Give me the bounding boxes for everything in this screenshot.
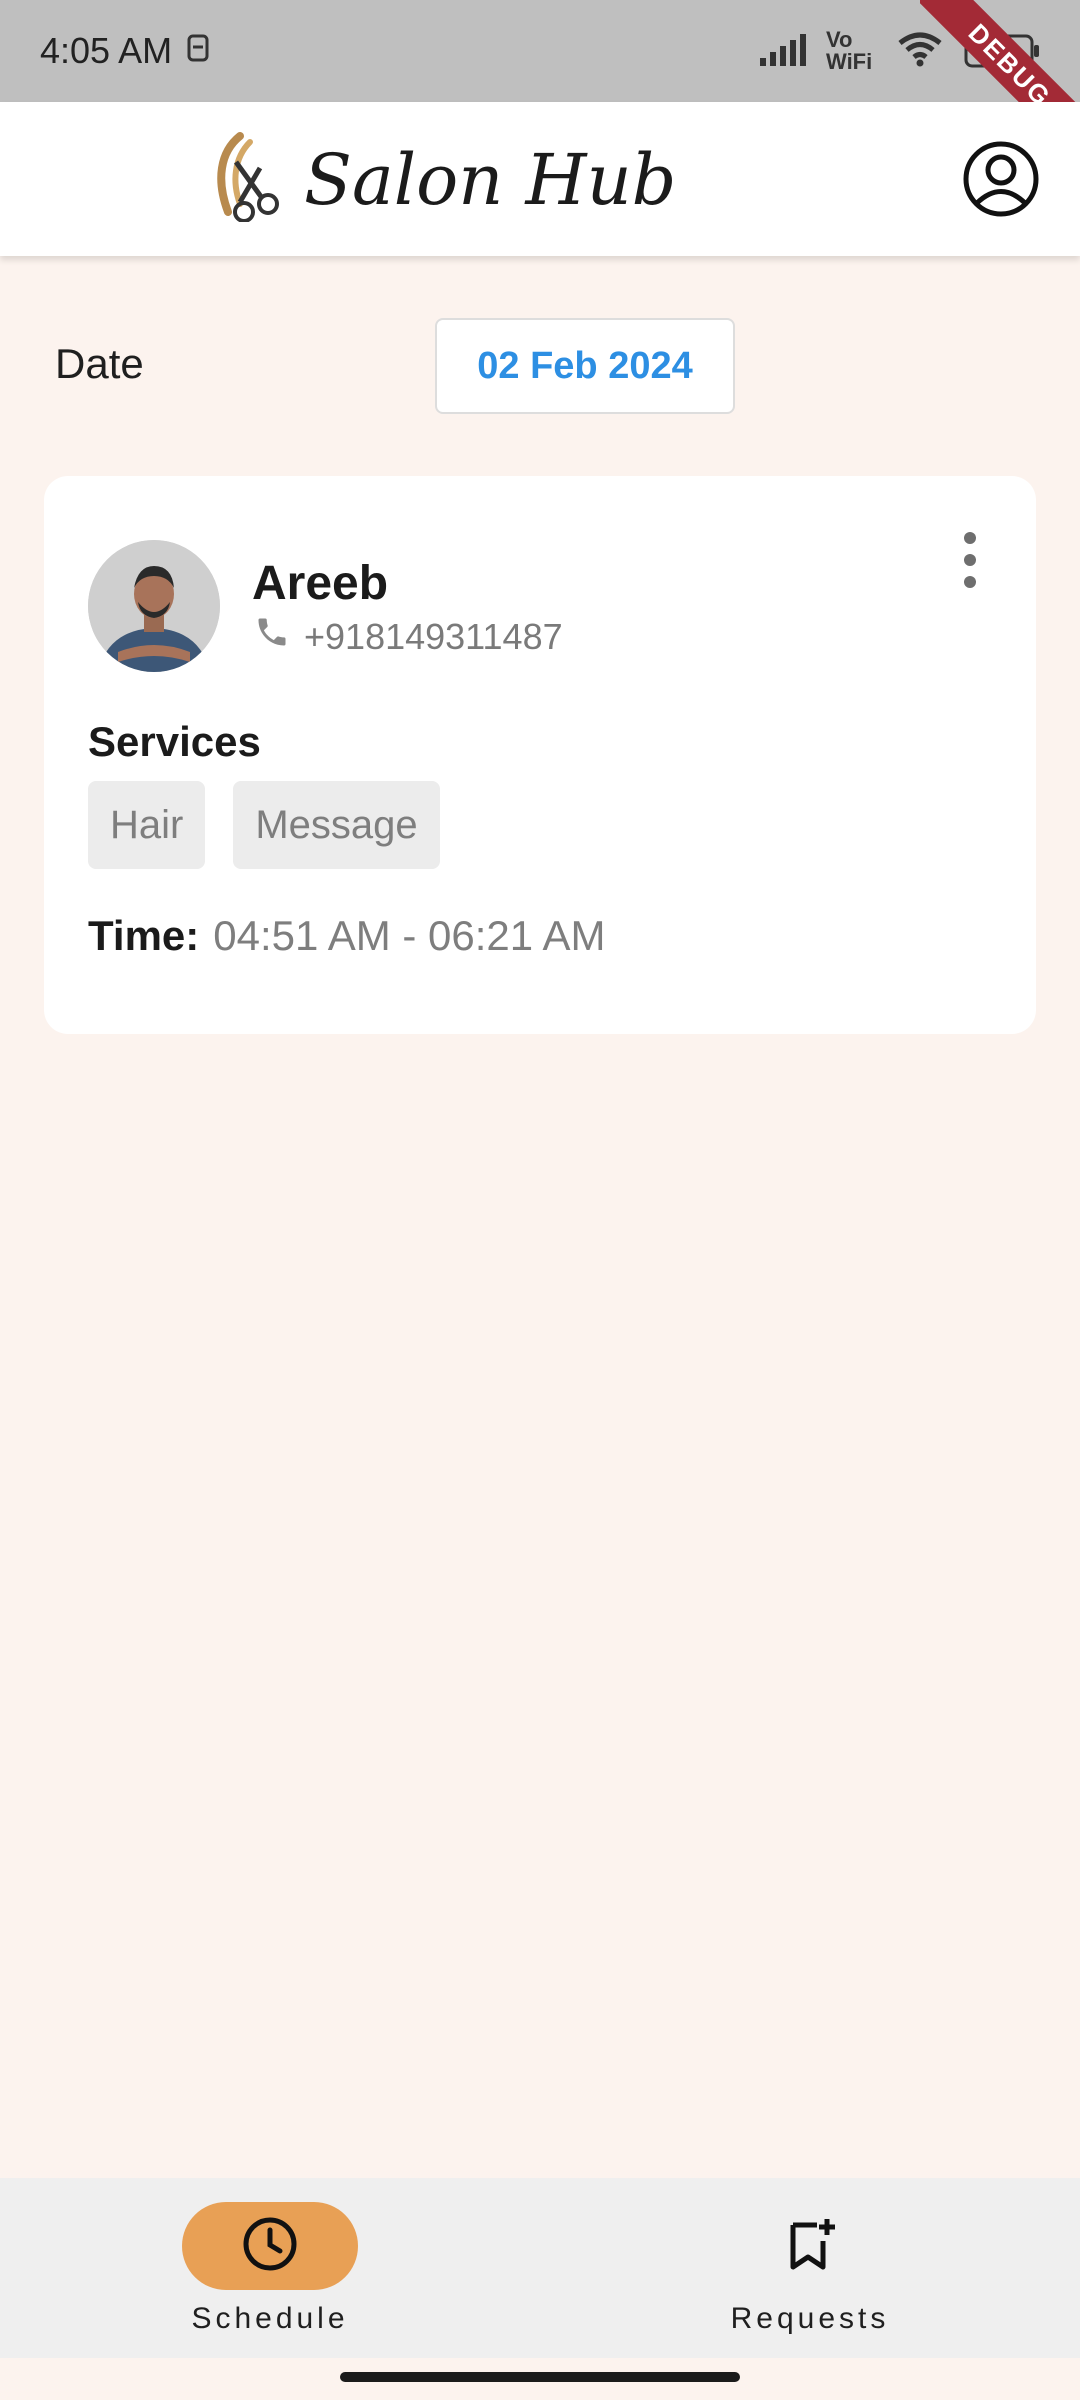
nav-label-requests: Requests bbox=[730, 2302, 890, 2335]
nav-item-requests[interactable]: Requests bbox=[690, 2202, 930, 2336]
nav-label-schedule: Schedule bbox=[191, 2302, 349, 2335]
scissors-logo-icon bbox=[210, 132, 280, 227]
time-value: 04:51 AM - 06:21 AM bbox=[213, 912, 606, 959]
brand-name: Salon Hub bbox=[304, 138, 677, 221]
appointment-card[interactable]: Areeb +918149311487 Services Hair Messag… bbox=[44, 476, 1036, 1034]
clock-icon bbox=[241, 2215, 299, 2278]
service-chip: Hair bbox=[88, 781, 206, 869]
date-picker-button[interactable]: 02 Feb 2024 bbox=[435, 318, 735, 414]
brand-logo: Salon Hub bbox=[210, 132, 677, 227]
date-label: Date bbox=[55, 340, 144, 387]
services-title: Services bbox=[88, 718, 261, 765]
app-bar: Salon Hub bbox=[0, 102, 1080, 256]
more-vert-icon bbox=[964, 532, 976, 544]
nav-item-schedule[interactable]: Schedule bbox=[150, 2202, 390, 2336]
nav-pill-schedule bbox=[182, 2202, 358, 2290]
phone-icon bbox=[254, 614, 290, 659]
account-circle-icon bbox=[962, 141, 1040, 222]
status-left: 4:05 AM bbox=[40, 30, 210, 72]
vowifi-label: Vo WiFi bbox=[826, 27, 873, 74]
client-avatar bbox=[88, 540, 220, 672]
client-phone: +918149311487 bbox=[304, 615, 563, 657]
appointment-time: Time: 04:51 AM - 06:21 AM bbox=[88, 912, 606, 960]
client-name: Areeb bbox=[252, 557, 389, 610]
signal-icon bbox=[758, 32, 806, 71]
bookmark-add-icon bbox=[781, 2215, 839, 2278]
time-label: Time: bbox=[88, 912, 200, 959]
service-chips: Hair Message bbox=[88, 781, 440, 869]
nav-pill-requests bbox=[722, 2202, 898, 2290]
profile-button[interactable] bbox=[962, 140, 1040, 218]
status-bar: 4:05 AM Vo WiFi bbox=[0, 0, 1080, 102]
status-time: 4:05 AM bbox=[40, 30, 173, 71]
home-indicator bbox=[340, 2372, 740, 2382]
more-options-button[interactable] bbox=[960, 532, 980, 588]
sim-icon bbox=[186, 30, 210, 72]
client-phone-row: +918149311487 bbox=[254, 614, 563, 659]
service-chip: Message bbox=[233, 781, 440, 869]
bottom-navigation: Schedule Requests bbox=[0, 2178, 1080, 2358]
